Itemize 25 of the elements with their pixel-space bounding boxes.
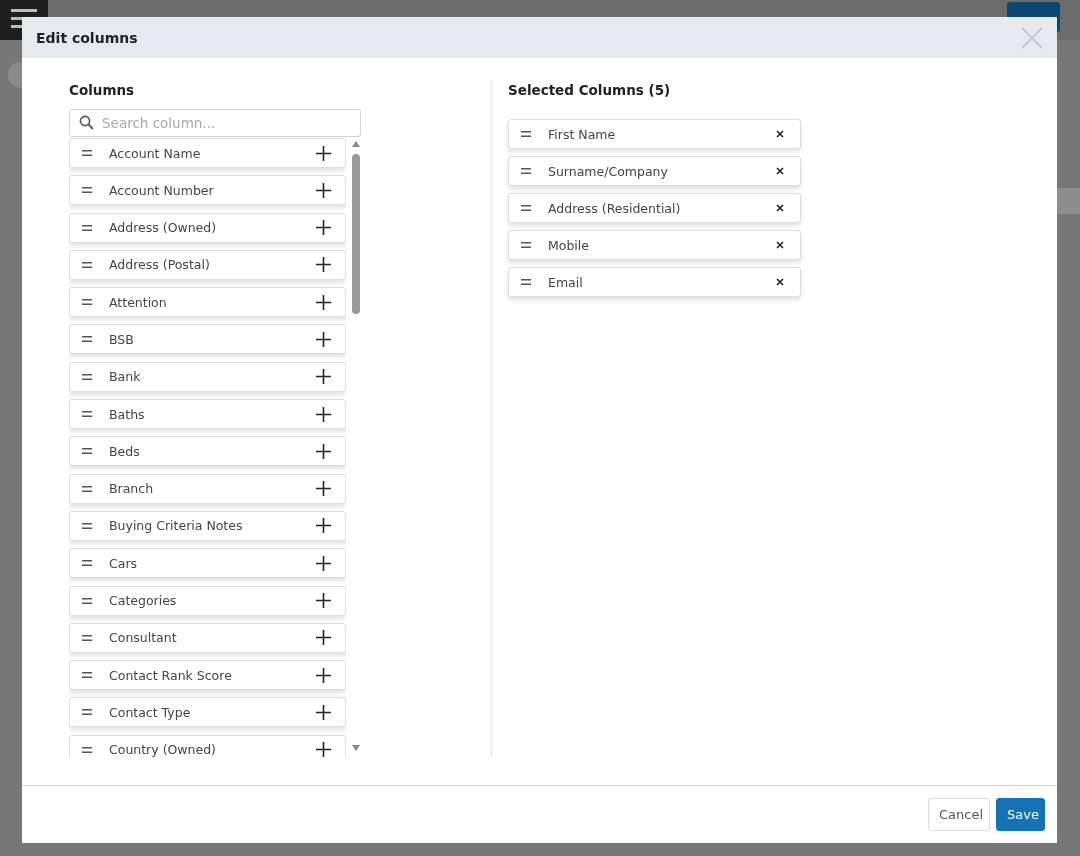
column-label: Consultant — [109, 630, 177, 646]
column-label: Buying Criteria Notes — [109, 518, 243, 534]
column-label: Branch — [109, 481, 154, 497]
column-label: First Name — [548, 126, 616, 142]
column-label: Surname/Company — [548, 163, 668, 179]
column-label: Mobile — [548, 237, 589, 253]
column-label: Address (Postal) — [109, 257, 210, 273]
column-label: Email — [548, 274, 583, 290]
column-label: Country (Owned) — [109, 742, 216, 757]
column-label: Contact Rank Score — [109, 667, 232, 683]
column-label: Address (Residential) — [548, 200, 681, 216]
column-label: Contact Type — [109, 704, 191, 720]
section-title: Columns — [69, 82, 136, 100]
column-label: Beds — [109, 443, 140, 459]
section-title: Selected Columns (5) — [508, 82, 672, 100]
column-label: Baths — [109, 406, 145, 422]
column-label: Account Name — [109, 145, 201, 161]
column-label: BSB — [109, 332, 134, 347]
column-label: Attention — [109, 294, 167, 310]
column-label: Cars — [109, 555, 138, 571]
dialog-title: Edit columns — [36, 29, 138, 46]
column-label: Address (Owned) — [109, 220, 217, 236]
column-label: Account Number — [109, 182, 214, 198]
column-label: Categories — [109, 593, 177, 609]
column-label: Bank — [109, 369, 141, 385]
